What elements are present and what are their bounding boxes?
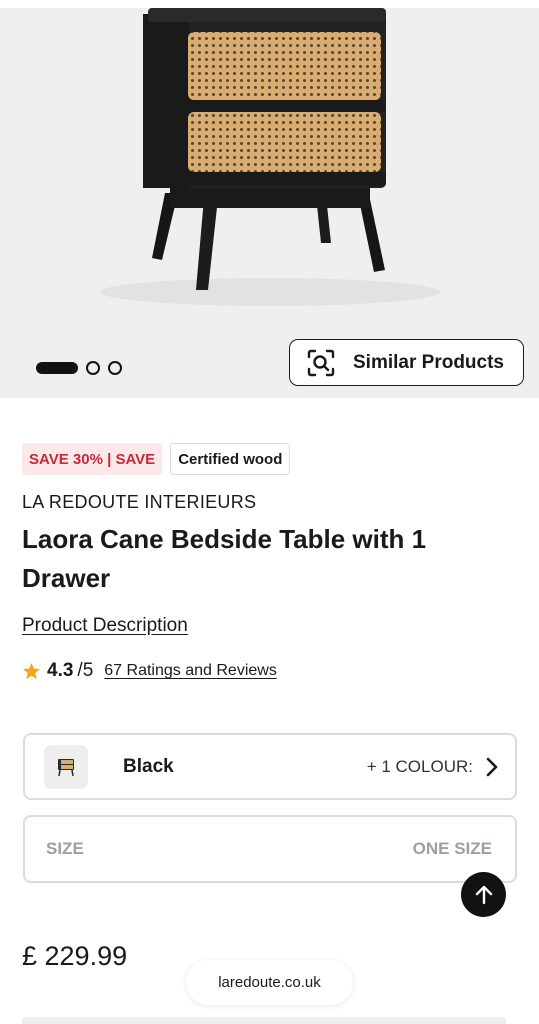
more-colours-label: + 1 COLOUR:: [366, 756, 473, 776]
star-icon: [22, 662, 41, 679]
product-title: Laora Cane Bedside Table with 1 Drawer: [22, 524, 427, 593]
rating-max: /5: [77, 660, 94, 681]
colour-swatch: [44, 744, 88, 789]
colour-selector[interactable]: Black + 1 COLOUR:: [23, 733, 517, 800]
product-price: £ 229.99: [22, 941, 128, 971]
chevron-right-icon: [486, 757, 498, 776]
sale-badge: SAVE 30% | SAVE: [22, 443, 163, 475]
size-selector[interactable]: SIZE ONE SIZE: [23, 815, 517, 883]
product-description-link[interactable]: Product Description: [22, 615, 188, 637]
certified-wood-badge: Certified wood: [170, 443, 291, 475]
size-value: ONE SIZE: [412, 839, 492, 858]
rating-value: 4.3: [47, 660, 74, 681]
visual-search-icon: [307, 349, 335, 376]
carousel-dot-active[interactable]: [36, 362, 78, 374]
carousel-dot[interactable]: [86, 361, 100, 375]
add-to-basket-bar[interactable]: [22, 1017, 506, 1024]
selected-colour: Black: [123, 755, 174, 777]
carousel-pagination: [36, 360, 122, 376]
scroll-to-top-button[interactable]: [461, 872, 506, 917]
product-badges: SAVE 30% | SAVE Certified wood: [22, 443, 291, 475]
rating-summary: 4.3 /5 67 Ratings and Reviews: [22, 658, 277, 684]
reviews-link[interactable]: 67 Ratings and Reviews: [104, 662, 277, 680]
similar-products-label: Similar Products: [353, 351, 504, 373]
similar-products-button[interactable]: Similar Products: [289, 339, 524, 386]
carousel-dot[interactable]: [108, 361, 122, 375]
size-label: SIZE: [46, 839, 84, 858]
product-image-carousel[interactable]: Similar Products: [0, 0, 539, 398]
product-thumbnail-icon: [58, 758, 74, 776]
arrow-up-icon: [475, 885, 492, 904]
brand-name: LA REDOUTE INTERIEURS: [22, 492, 257, 512]
browser-url-pill[interactable]: laredoute.co.uk: [186, 960, 353, 1005]
